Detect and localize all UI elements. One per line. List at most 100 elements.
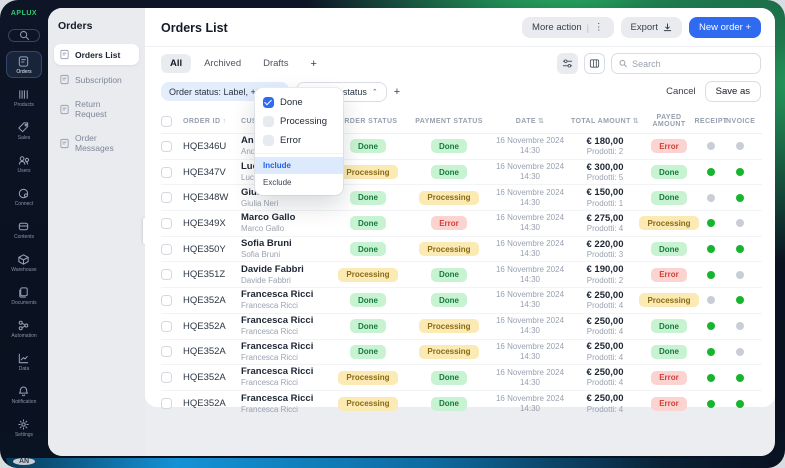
tab-drafts[interactable]: Drafts	[254, 54, 297, 73]
invoice-indicator-dot	[736, 400, 744, 408]
invoice-indicator-dot	[736, 374, 744, 382]
invoice-cell	[725, 168, 754, 176]
dropdown-exclude-option[interactable]: Exclude	[255, 174, 343, 191]
save-as-button[interactable]: Save as	[705, 81, 761, 102]
columns-view-button[interactable]	[584, 53, 605, 74]
rail-item-automation[interactable]: Automation	[6, 315, 41, 342]
status-badge: Processing	[419, 345, 478, 359]
status-badge: Done	[651, 191, 687, 205]
row-checkbox[interactable]	[161, 346, 172, 357]
table-row[interactable]: HQE349X Marco GalloMarco Gallo Done Erro…	[161, 211, 762, 237]
row-checkbox[interactable]	[161, 141, 172, 152]
invoice-indicator-dot	[736, 322, 744, 330]
rail-item-contents[interactable]: Contents	[6, 216, 41, 243]
table-row[interactable]: HQE352A Francesca RicciFrancesca Ricci D…	[161, 340, 762, 366]
rail-item-documents[interactable]: Documents	[6, 282, 41, 309]
main-area: Orders List More action|⋮ Export New ord…	[145, 8, 775, 456]
row-checkbox[interactable]	[161, 295, 172, 306]
rail-item-products[interactable]: Products	[6, 84, 41, 111]
table-row[interactable]: HQE348W Giulia NeriGiulia Neri Done Proc…	[161, 185, 762, 211]
checkbox-checked[interactable]	[263, 97, 274, 108]
checkbox[interactable]	[263, 116, 274, 127]
status-badge: Done	[431, 165, 467, 179]
search-icon	[619, 59, 627, 68]
export-button[interactable]: Export	[621, 17, 682, 38]
bottom-gradient-bar	[6, 458, 779, 468]
table-row[interactable]: HQE352A Francesca RicciFrancesca Ricci P…	[161, 365, 762, 391]
status-badge: Error	[651, 397, 687, 411]
table-row[interactable]: HQE350Y Sofia BruniSofia Bruni Done Proc…	[161, 237, 762, 263]
receipt-indicator-dot	[707, 245, 715, 253]
row-checkbox[interactable]	[161, 398, 172, 409]
rail-item-connect[interactable]: Connect	[6, 183, 41, 210]
rail-item-warehouse[interactable]: Warehouse	[6, 249, 41, 276]
sidebar-item-subscription[interactable]: Subscription	[54, 69, 139, 90]
rail-item-users[interactable]: Users	[6, 150, 41, 177]
row-checkbox[interactable]	[161, 321, 172, 332]
total-amount-cell: € 300,00Prodotti: 5	[569, 162, 641, 183]
rail-search-button[interactable]	[8, 29, 40, 42]
sidebar-item-orders-list[interactable]: Orders List	[54, 44, 139, 65]
dropdown-option-processing[interactable]: Processing	[255, 112, 343, 131]
rail-item-orders[interactable]: Orders	[6, 51, 41, 78]
table-row[interactable]: HQE347V Luca BianchiLuca Bianchi Process…	[161, 160, 762, 186]
orders-icon	[17, 55, 30, 68]
status-badge: Error	[431, 216, 467, 230]
rail-item-data[interactable]: Data	[6, 348, 41, 375]
add-tab-button[interactable]: +	[301, 54, 325, 74]
rail-item-settings[interactable]: Settings	[7, 414, 42, 441]
row-checkbox[interactable]	[161, 269, 172, 280]
page-header: Orders List More action|⋮ Export New ord…	[145, 8, 775, 47]
sort-icon[interactable]: ⇅	[538, 117, 544, 125]
total-amount-cell: € 250,00Prodotti: 4	[569, 341, 641, 362]
status-badge: Done	[651, 345, 687, 359]
rail-item-notification[interactable]: Notification	[7, 381, 42, 408]
row-checkbox[interactable]	[161, 192, 172, 203]
status-badge: Done	[350, 191, 386, 205]
payed-amount-cell: Done	[641, 319, 697, 333]
invoice-indicator-dot	[736, 348, 744, 356]
table-row[interactable]: HQE352A Francesca RicciFrancesca Ricci D…	[161, 314, 762, 340]
page-title: Orders List	[161, 21, 228, 35]
dropdown-option-error[interactable]: Error	[255, 131, 343, 150]
sidebar-item-order-messages[interactable]: Order Messages	[54, 128, 139, 158]
tab-all[interactable]: All	[161, 54, 191, 73]
customer-cell: Francesca RicciFrancesca Ricci	[241, 367, 329, 387]
search-input[interactable]	[632, 59, 753, 69]
table-row[interactable]: HQE346U Andrea RossiAndrea Rossi Done Do…	[161, 134, 762, 160]
row-checkbox[interactable]	[161, 167, 172, 178]
table-row[interactable]: HQE352A Francesca RicciFrancesca Ricci P…	[161, 391, 762, 417]
table-header-row: Order ID↑CustomerOrder StatusPayment Sta…	[161, 109, 762, 134]
dropdown-option-done[interactable]: Done	[255, 93, 343, 112]
dropdown-include-option[interactable]: Include	[255, 157, 343, 174]
checkbox[interactable]	[263, 135, 274, 146]
more-action-button[interactable]: More action|⋮	[522, 17, 613, 38]
tab-archived[interactable]: Archived	[195, 54, 250, 73]
select-all-checkbox[interactable]	[161, 116, 172, 127]
receipt-cell	[697, 374, 725, 382]
receipt-indicator-dot	[707, 168, 715, 176]
receipt-indicator-dot	[707, 374, 715, 382]
payed-amount-cell: Done	[641, 165, 697, 179]
row-checkbox[interactable]	[161, 218, 172, 229]
new-order-button[interactable]: New order +	[689, 17, 761, 38]
user-avatar[interactable]: AN	[13, 458, 35, 465]
connect-icon	[17, 187, 30, 200]
download-icon	[663, 23, 672, 32]
receipt-cell	[697, 400, 725, 408]
sort-icon[interactable]: ↑	[222, 118, 226, 125]
add-filter-button[interactable]: +	[394, 86, 400, 98]
order-status-cell: Done	[329, 242, 407, 256]
rail-item-sales[interactable]: Sales	[6, 117, 41, 144]
invoice-indicator-dot	[736, 296, 744, 304]
table-row[interactable]: HQE351Z Davide FabbriDavide Fabbri Proce…	[161, 262, 762, 288]
cancel-button[interactable]: Cancel	[666, 86, 696, 97]
filter-sliders-button[interactable]	[557, 53, 578, 74]
row-checkbox[interactable]	[161, 244, 172, 255]
sidebar-item-return-request[interactable]: Return Request	[54, 94, 139, 124]
row-checkbox[interactable]	[161, 372, 172, 383]
orders-list-card: Orders List More action|⋮ Export New ord…	[145, 8, 775, 407]
receipt-cell	[697, 271, 725, 279]
sort-icon[interactable]: ⇅	[633, 117, 639, 125]
table-row[interactable]: HQE352A Francesca RicciFrancesca Ricci D…	[161, 288, 762, 314]
